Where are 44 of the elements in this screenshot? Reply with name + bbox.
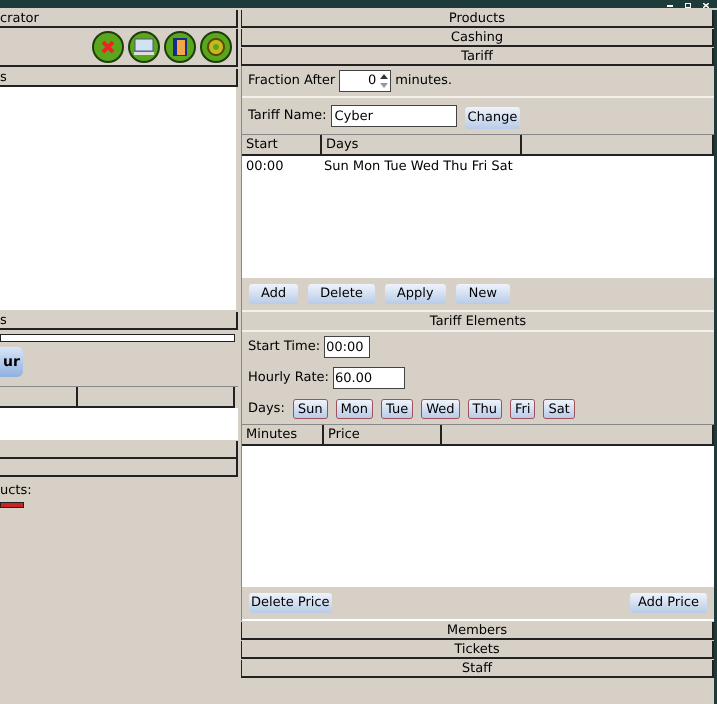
minutes-label: minutes. bbox=[395, 72, 452, 90]
fraction-spinner[interactable]: 0 bbox=[339, 70, 392, 92]
section-title: Tariff Elements bbox=[242, 312, 714, 332]
accordion-header[interactable]: Products bbox=[241, 10, 714, 28]
hourly-rate-field[interactable]: 60.00 bbox=[332, 367, 405, 389]
day-button[interactable]: Wed bbox=[421, 399, 460, 419]
start-time-field[interactable]: 00:00 bbox=[324, 336, 370, 358]
table-cell-text: Sun Mon Tue Wed Thu Fri Sat bbox=[324, 158, 513, 176]
day-button[interactable]: Sun bbox=[292, 399, 328, 419]
days-label: Days: bbox=[248, 400, 285, 418]
monitor-icon[interactable] bbox=[128, 31, 160, 63]
door-icon[interactable] bbox=[164, 31, 196, 63]
day-button[interactable]: Sat bbox=[543, 399, 575, 419]
day-button[interactable]: Thu bbox=[468, 399, 502, 419]
maximize-icon[interactable] bbox=[685, 3, 691, 8]
change-button[interactable]: Change bbox=[464, 107, 520, 129]
fraction-label: Fraction After bbox=[248, 72, 336, 90]
add-price-button[interactable]: Add Price bbox=[630, 593, 707, 613]
accordion-header[interactable]: Members bbox=[241, 622, 714, 640]
gear-icon[interactable] bbox=[200, 31, 232, 63]
products-label: ucts: bbox=[0, 482, 33, 500]
tariff-button[interactable]: Add bbox=[249, 284, 298, 304]
accordion-header[interactable]: Staff bbox=[241, 660, 714, 678]
hourly-rate-label: Hourly Rate: bbox=[248, 369, 329, 388]
accordion-header[interactable]: Tickets bbox=[241, 641, 714, 659]
table-cell-text: 00:00 bbox=[245, 158, 284, 176]
tariff-button[interactable]: Delete bbox=[308, 284, 375, 304]
accordion-header[interactable]: Tariff bbox=[241, 48, 714, 66]
tariff-name-label: Tariff Name: bbox=[248, 107, 327, 126]
close-icon[interactable] bbox=[92, 31, 124, 63]
delete-price-button[interactable]: Delete Price bbox=[249, 593, 332, 613]
tariff-button[interactable]: Apply bbox=[384, 284, 446, 304]
tariff-button[interactable]: New bbox=[456, 284, 510, 304]
status-icon bbox=[0, 502, 24, 508]
tariff-name-field[interactable]: Cyber bbox=[330, 105, 457, 127]
start-time-label: Start Time: bbox=[248, 338, 320, 356]
panel-header: crator bbox=[0, 10, 238, 28]
list-header: s bbox=[0, 69, 238, 87]
accordion-header[interactable]: Cashing bbox=[241, 29, 714, 47]
action-button[interactable]: ur bbox=[0, 347, 23, 377]
day-button[interactable]: Mon bbox=[336, 399, 373, 419]
day-button[interactable]: Fri bbox=[510, 399, 536, 419]
section-header: s bbox=[0, 312, 238, 330]
day-button[interactable]: Tue bbox=[380, 399, 414, 419]
